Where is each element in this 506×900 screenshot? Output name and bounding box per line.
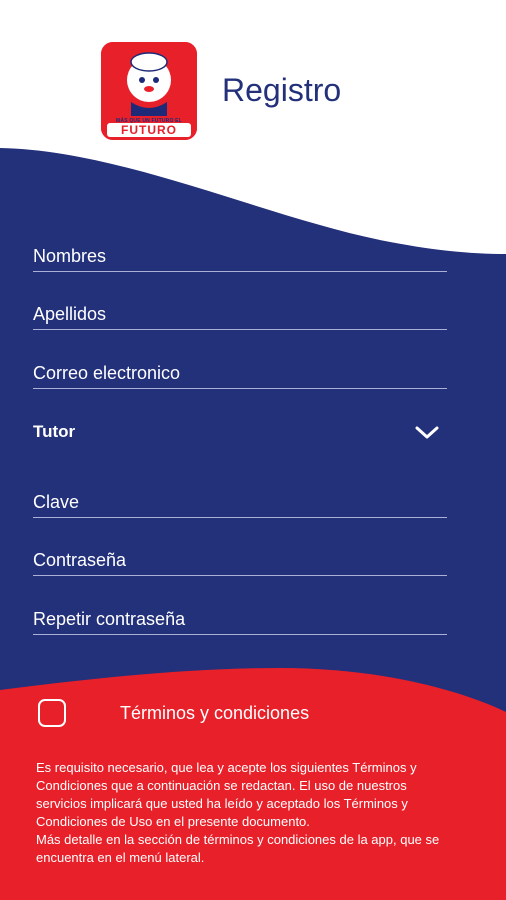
clave-field[interactable] xyxy=(33,488,447,518)
contrasena-input[interactable] xyxy=(33,546,447,575)
logo-big-text: FUTURO xyxy=(107,123,191,137)
nombres-field[interactable] xyxy=(33,242,447,272)
correo-input[interactable] xyxy=(33,359,447,388)
terms-label[interactable]: Términos y condiciones xyxy=(120,703,309,724)
terms-paragraph-1: Es requisito necesario, que lea y acepte… xyxy=(36,760,417,829)
contrasena-field[interactable] xyxy=(33,546,447,576)
nombres-input[interactable] xyxy=(33,242,447,271)
apellidos-input[interactable] xyxy=(33,300,447,329)
tutor-select[interactable]: Tutor xyxy=(33,418,447,448)
terms-paragraph-2: Más detalle en la sección de términos y … xyxy=(36,832,440,865)
terms-description: Es requisito necesario, que lea y acepte… xyxy=(36,759,456,867)
repetir-contrasena-input[interactable] xyxy=(33,605,447,634)
terms-checkbox[interactable] xyxy=(38,699,66,727)
tutor-label: Tutor xyxy=(33,422,76,441)
apellidos-field[interactable] xyxy=(33,300,447,330)
header: MÁS QUE UN FUTURO EL FUTURO Registro xyxy=(0,0,506,150)
chevron-down-icon[interactable] xyxy=(414,424,440,442)
clave-input[interactable] xyxy=(33,488,447,517)
mascot-logo-icon: MÁS QUE UN FUTURO EL FUTURO xyxy=(101,42,197,140)
repetir-contrasena-field[interactable] xyxy=(33,605,447,635)
page-title: Registro xyxy=(222,72,342,108)
terms-row[interactable]: Términos y condiciones xyxy=(38,697,458,729)
correo-field[interactable] xyxy=(33,359,447,389)
